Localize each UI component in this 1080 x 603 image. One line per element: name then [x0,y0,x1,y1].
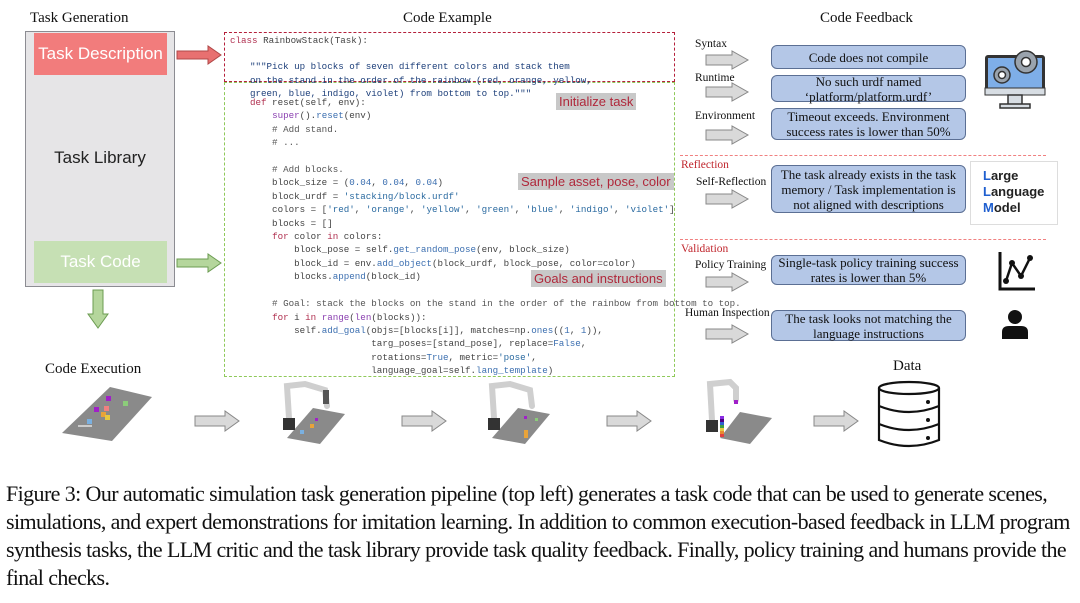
feedback-box-environment: Timeout exceeds. Environment success rat… [771,108,966,140]
llm-cap: M [983,200,994,215]
feedback-label-human-inspection: Human Inspection [685,307,770,319]
arrow-environment [705,125,750,145]
arrow-syntax [705,50,750,70]
llm-cap: L [983,168,991,183]
task-library-label: Task Library [54,148,146,167]
code-class-line: class RainbowStack(Task): [230,34,368,47]
arrow-runtime [705,82,750,102]
section-validation: Validation [681,243,729,255]
code-line: # ... [250,137,300,149]
llm-cap: L [983,184,991,199]
docstring-line: on the stand in the order of the rainbow… [250,74,592,86]
code-line: # Goal: stack the blocks on the stand in… [250,298,741,310]
code-line: colors = ['red', 'orange', 'yellow', 'gr… [250,204,675,216]
header-code-example: Code Example [403,10,492,26]
figure-caption: Figure 3: Our automatic simulation task … [6,481,1070,590]
feedback-box-policy-training: Single-task policy training success rate… [771,255,966,285]
feedback-label-environment: Environment [695,110,756,122]
header-task-generation: Task Generation [30,10,129,26]
section-reflection: Reflection [681,159,729,171]
code-line: # Add stand. [250,123,339,135]
person-icon [1002,310,1028,339]
divider-validation [680,239,1046,240]
code-line: for i in range(len(blocks)): [272,311,427,323]
line-chart-icon [998,252,1035,291]
arrow-human-inspection [705,324,750,344]
divider-reflection [680,155,1046,156]
code-docstring: """Pick up blocks of seven different col… [250,47,592,101]
arrow-policy-training [705,272,750,292]
annotation-sample-asset: Sample asset, pose, color [518,173,674,190]
scene-robot-stack [488,380,550,444]
scene-initial-table [62,387,152,441]
scene-robot-pick [283,380,345,444]
arrow-exec-4 [813,410,859,432]
code-line: targ_poses=[stand_pose], replace=False, [250,338,587,350]
feedback-label-self-reflection: Self-Reflection [696,176,767,188]
code-line: blocks.append(block_id) [250,271,421,283]
code-lines: def reset(self, env): super().reset(env)… [250,96,741,378]
docstring-line: """Pick up blocks of seven different col… [250,61,570,73]
arrow-exec-1 [194,410,240,432]
header-code-execution: Code Execution [45,361,142,377]
llm-text: arge [990,168,1019,183]
llm-text: odel [993,200,1021,215]
annotation-initialize-task: Initialize task [556,93,637,110]
database-icon [877,380,941,448]
code-line: for color in colors: [272,231,383,243]
code-line: language_goal=self.lang_template) [250,365,554,377]
llm-text: anguage [990,184,1045,199]
arrow-self-reflection [705,189,750,209]
task-description-box: Task Description [34,33,167,75]
feedback-box-syntax: Code does not compile [771,45,966,69]
annotation-goals-instructions: Goals and instructions [531,270,666,287]
feedback-box-self-reflection: The task already exists in the task memo… [771,165,966,213]
arrow-exec-2 [401,410,447,432]
code-line: self.add_goal(objs=[blocks[i]], matches=… [250,324,603,336]
code-keyword: class [230,35,258,46]
code-text: RainbowStack(Task): [257,35,368,46]
task-code-box: Task Code [34,241,167,283]
header-code-feedback: Code Feedback [820,10,913,26]
arrow-exec-3 [606,410,652,432]
arrow-code-to-example [176,253,222,273]
header-data: Data [893,358,922,374]
arrow-code-to-execution [87,289,109,329]
scene-robot-complete [706,378,772,444]
code-line: block_id = env.add_object(block_urdf, bl… [250,257,636,269]
code-line: rotations=True, metric='pose', [250,351,537,363]
code-line: blocks = [] [250,217,333,229]
arrow-description-to-code [176,45,222,65]
llm-logo: Large Language Model [970,161,1058,225]
code-line: block_pose = self.get_random_pose(env, b… [250,244,570,256]
computer-gears-icon [984,50,1046,109]
feedback-box-runtime: No such urdf named ‘platform/platform.ur… [771,74,966,104]
feedback-label-policy-training: Policy Training [695,259,767,271]
code-line: super().reset(env) [272,110,372,122]
code-line: def reset(self, env): [250,97,366,108]
code-line: block_urdf = 'stacking/block.urdf' [250,190,460,202]
feedback-label-syntax: Syntax [695,38,727,50]
feedback-box-human-inspection: The task looks not matching the language… [771,310,966,341]
